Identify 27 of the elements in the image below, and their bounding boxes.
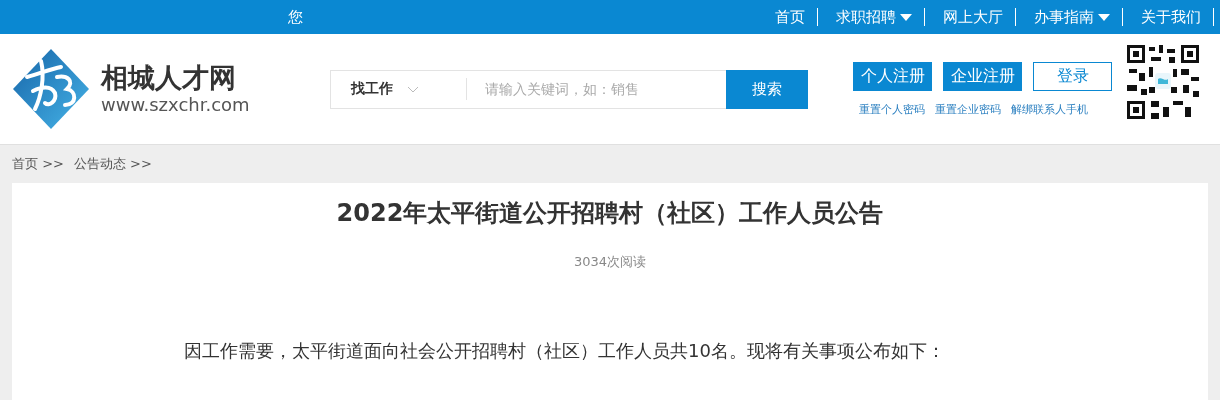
- qr-code-icon: [1125, 43, 1201, 121]
- nav-link[interactable]: 首页: [757, 8, 818, 26]
- search-field[interactable]: 找工作 请输入关键词，如：销售: [330, 69, 726, 109]
- nav-link[interactable]: 求职招聘: [818, 8, 925, 26]
- caret-icon: [900, 13, 912, 21]
- site-url: www.szxchr.com: [101, 94, 250, 116]
- category-select[interactable]: 找工作: [331, 80, 451, 98]
- view-count: 3034次阅读: [573, 253, 647, 271]
- breadcrumb-link[interactable]: 公告动态 >>: [73, 155, 152, 173]
- chevron-icon: [407, 85, 419, 93]
- nav-link[interactable]: 关于我们: [1123, 8, 1214, 26]
- breadcrumb-link[interactable]: 首页 >>: [12, 155, 64, 173]
- logo-icon: [11, 47, 91, 131]
- account-link[interactable]: 解绑联系人手机: [1011, 101, 1088, 117]
- register-button[interactable]: 企业注册: [943, 61, 1022, 91]
- account-link[interactable]: 重置个人密码: [859, 101, 925, 117]
- nav-link[interactable]: 办事指南: [1016, 8, 1123, 26]
- caret-icon: [1098, 13, 1110, 21]
- article-paragraph: 因工作需要，太平街道面向社会公开招聘村（社区）工作人员共10名。现将有关事项公布如下：: [183, 339, 945, 363]
- register-button[interactable]: 个人注册: [853, 61, 932, 91]
- login-button[interactable]: 登录: [1033, 61, 1112, 91]
- site-name: 相城人才网: [101, 62, 237, 94]
- article-title: 2022年太平街道公开招聘村（社区）工作人员公告: [336, 198, 884, 229]
- search-button[interactable]: 搜索: [726, 69, 808, 109]
- nav-link[interactable]: 网上大厅: [925, 8, 1016, 26]
- greeting-text: 您: [288, 7, 304, 27]
- account-link[interactable]: 重置企业密码: [935, 101, 1001, 117]
